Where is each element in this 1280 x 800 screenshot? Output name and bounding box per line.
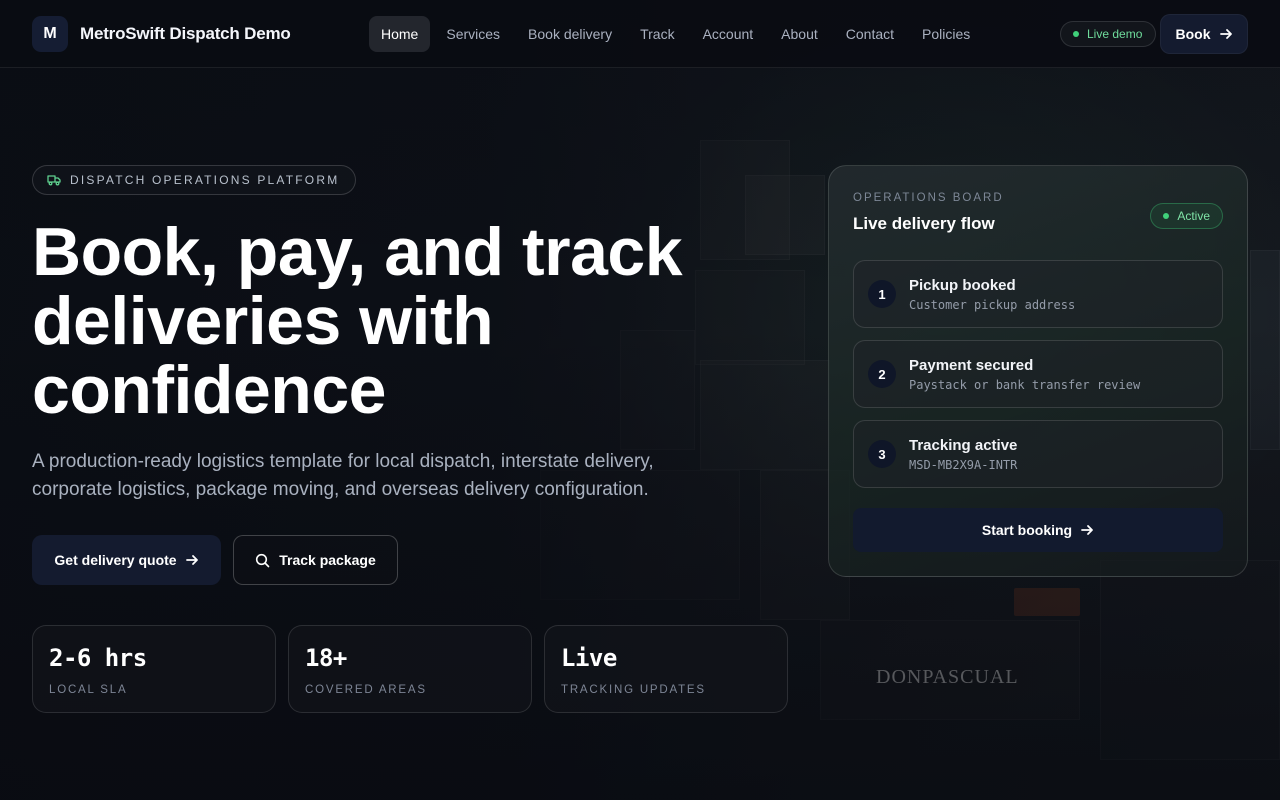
nav-book-delivery[interactable]: Book delivery bbox=[516, 16, 624, 52]
background-sign-text: DONPASCUAL bbox=[876, 666, 1019, 688]
stat-value: Live bbox=[561, 644, 617, 672]
nav-about[interactable]: About bbox=[769, 16, 830, 52]
flow-step: 2 Payment secured Paystack or bank trans… bbox=[853, 340, 1223, 408]
nav-account[interactable]: Account bbox=[691, 16, 766, 52]
stat-value: 18+ bbox=[305, 644, 347, 672]
step-number: 3 bbox=[868, 440, 896, 468]
live-demo-label: Live demo bbox=[1087, 27, 1143, 41]
step-number: 2 bbox=[868, 360, 896, 388]
stat-value: 2-6 hrs bbox=[49, 644, 147, 672]
book-button[interactable]: Book bbox=[1160, 14, 1248, 54]
nav-policies[interactable]: Policies bbox=[910, 16, 982, 52]
track-package-label: Track package bbox=[279, 552, 376, 568]
status-dot-icon bbox=[1163, 213, 1170, 219]
hero-lead: A production-ready logistics template fo… bbox=[32, 451, 654, 500]
status-dot-icon bbox=[1073, 31, 1079, 37]
operations-board-card: OPERATIONS BOARD Live delivery flow Acti… bbox=[828, 165, 1248, 577]
main-nav: Home Services Book delivery Track Accoun… bbox=[369, 16, 986, 52]
start-booking-button[interactable]: Start booking bbox=[853, 508, 1223, 552]
live-demo-badge: Live demo bbox=[1060, 21, 1157, 47]
stat-label: LOCAL SLA bbox=[49, 684, 128, 696]
nav-track[interactable]: Track bbox=[628, 16, 686, 52]
status-badge: Active bbox=[1150, 203, 1223, 229]
arrow-right-icon bbox=[185, 555, 198, 565]
step-detail: Paystack or bank transfer review bbox=[909, 377, 1141, 392]
brand-name: MetroSwift Dispatch Demo bbox=[80, 24, 291, 43]
step-number: 1 bbox=[868, 280, 896, 308]
top-navbar: M MetroSwift Dispatch Demo Home Services… bbox=[0, 0, 1280, 68]
eyebrow-badge: DISPATCH OPERATIONS PLATFORM bbox=[32, 165, 357, 195]
hero-title: Book, pay, and track deliveries with con… bbox=[32, 214, 683, 428]
step-detail: Customer pickup address bbox=[909, 297, 1076, 312]
flow-step: 1 Pickup booked Customer pickup address bbox=[853, 260, 1223, 328]
stat-card: 18+ COVERED AREAS bbox=[288, 625, 532, 713]
nav-contact[interactable]: Contact bbox=[834, 16, 906, 52]
stat-card: Live TRACKING UPDATES bbox=[544, 625, 788, 713]
get-quote-label: Get delivery quote bbox=[54, 552, 177, 568]
stat-card: 2-6 hrs LOCAL SLA bbox=[32, 625, 276, 713]
stat-label: COVERED AREAS bbox=[305, 684, 427, 696]
nav-home[interactable]: Home bbox=[369, 16, 431, 52]
arrow-right-icon bbox=[1081, 525, 1094, 535]
step-title: Tracking active bbox=[909, 436, 1018, 454]
step-title: Payment secured bbox=[909, 356, 1034, 374]
status-label: Active bbox=[1177, 209, 1210, 223]
arrow-right-icon bbox=[1219, 29, 1232, 39]
nav-services[interactable]: Services bbox=[434, 16, 512, 52]
eyebrow-text: DISPATCH OPERATIONS PLATFORM bbox=[70, 173, 340, 187]
truck-icon bbox=[47, 175, 61, 186]
step-title: Pickup booked bbox=[909, 276, 1016, 294]
book-button-label: Book bbox=[1175, 26, 1211, 42]
start-booking-label: Start booking bbox=[981, 522, 1073, 538]
track-package-button[interactable]: Track package bbox=[233, 535, 398, 585]
search-icon bbox=[256, 553, 270, 567]
stat-label: TRACKING UPDATES bbox=[561, 684, 706, 696]
get-quote-button[interactable]: Get delivery quote bbox=[32, 535, 221, 585]
brand-link[interactable]: M MetroSwift Dispatch Demo bbox=[32, 16, 291, 52]
brand-logo-mark: M bbox=[32, 16, 68, 52]
flow-step: 3 Tracking active MSD-MB2X9A-INTR bbox=[853, 420, 1223, 488]
step-detail: MSD-MB2X9A-INTR bbox=[909, 457, 1018, 472]
